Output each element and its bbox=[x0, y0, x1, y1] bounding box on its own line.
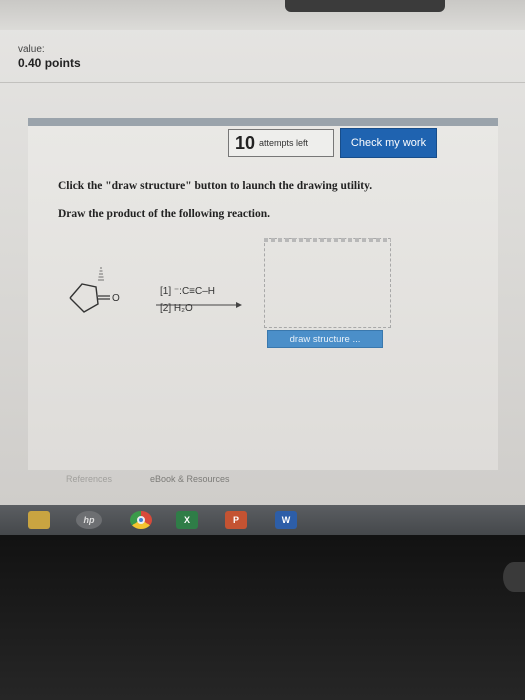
question-prompt: Draw the product of the following reacti… bbox=[58, 208, 270, 220]
excel-icon[interactable]: X bbox=[176, 511, 198, 529]
monitor-logo-icon bbox=[503, 562, 525, 592]
reagent-step-1: [1] ⁻:C≡C–H bbox=[160, 286, 216, 297]
hp-icon-label: hp bbox=[83, 515, 95, 525]
draw-structure-button[interactable]: draw structure ... bbox=[267, 330, 383, 348]
monitor-bezel bbox=[0, 535, 525, 700]
hp-icon[interactable]: hp bbox=[76, 511, 102, 529]
attempts-left-indicator: 10 attempts left bbox=[228, 129, 334, 157]
attempts-label: attempts left bbox=[259, 138, 309, 148]
value-label: value: bbox=[18, 44, 45, 55]
cyclopentane-ring bbox=[69, 283, 99, 313]
oxygen-atom-label: O bbox=[112, 293, 120, 304]
references-link[interactable]: References bbox=[66, 474, 112, 484]
drawing-area[interactable] bbox=[264, 238, 391, 328]
excel-icon-label: X bbox=[183, 515, 190, 525]
folder-icon[interactable] bbox=[28, 511, 50, 529]
ebook-resources-link[interactable]: eBook & Resources bbox=[150, 474, 230, 484]
attempts-count: 10 bbox=[235, 132, 256, 153]
cyclopentanone-structure: O bbox=[69, 267, 120, 313]
hashed-wedge bbox=[98, 267, 104, 281]
chrome-center bbox=[137, 516, 145, 524]
check-my-work-button[interactable]: Check my work bbox=[340, 128, 437, 158]
instruction-text: Click the "draw structure" button to lau… bbox=[58, 180, 373, 192]
top-navigation-tab[interactable] bbox=[285, 0, 445, 12]
taskbar: hp X P W bbox=[0, 505, 525, 535]
powerpoint-icon-label: P bbox=[232, 515, 239, 525]
word-icon[interactable]: W bbox=[275, 511, 297, 529]
browser-top-strip bbox=[0, 0, 525, 30]
powerpoint-icon[interactable]: P bbox=[225, 511, 247, 529]
word-icon-label: W bbox=[281, 515, 291, 525]
reagent-step-2: [2] H₂O bbox=[160, 303, 193, 314]
chrome-icon[interactable] bbox=[130, 511, 152, 529]
value-points: 0.40 points bbox=[18, 56, 81, 70]
monitor-screen: value: 0.40 points 10 attempts left Chec… bbox=[0, 0, 525, 505]
divider bbox=[0, 82, 525, 83]
question-panel-header bbox=[28, 118, 498, 126]
drawing-area-top-border bbox=[264, 238, 391, 242]
